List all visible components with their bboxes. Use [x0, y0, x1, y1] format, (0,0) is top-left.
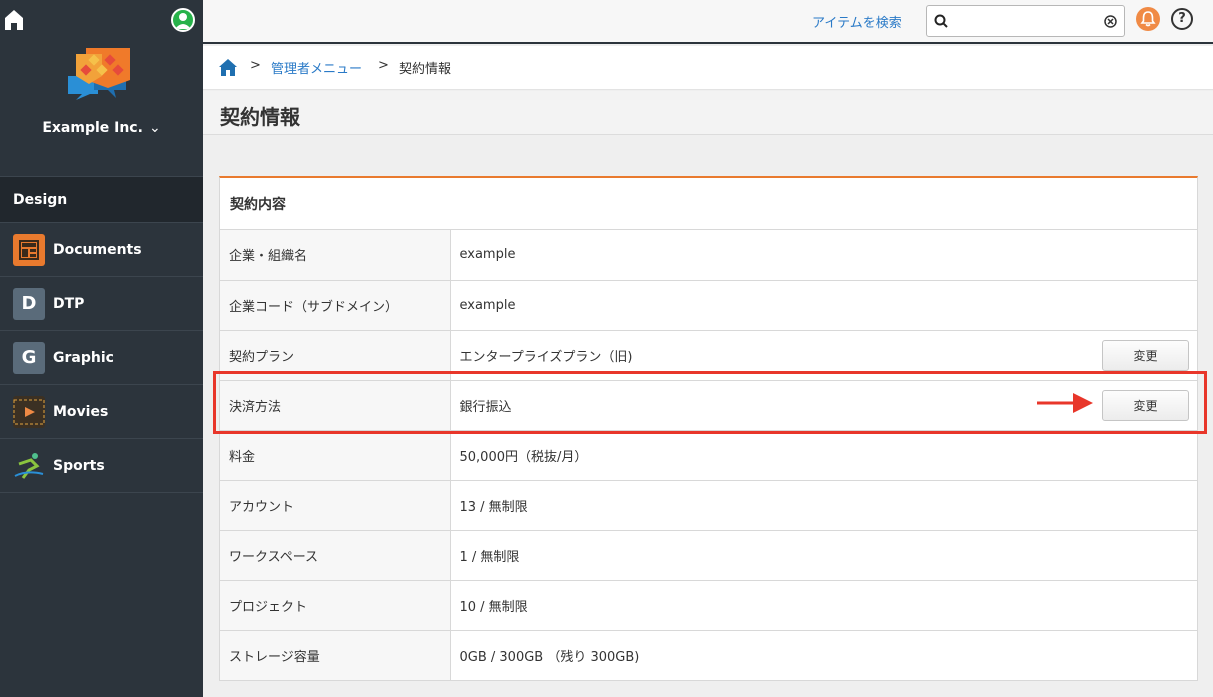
sidebar-item-graphic[interactable]: G Graphic — [0, 331, 203, 385]
breadcrumb-separator: > — [378, 58, 389, 73]
row-value-cell: エンタープライズプラン（旧) 変更 — [450, 330, 1197, 381]
sidebar-item-label: DTP — [53, 295, 85, 312]
home-icon[interactable] — [4, 9, 24, 31]
help-icon[interactable]: ? — [1171, 8, 1193, 30]
search-input[interactable] — [953, 10, 1098, 32]
chevron-down-icon: ⌄ — [148, 120, 161, 136]
row-label: 企業コード（サブドメイン） — [220, 280, 451, 331]
breadcrumb-current: 契約情報 — [399, 62, 452, 77]
row-label: 企業・組織名 — [220, 230, 451, 281]
company-switcher[interactable]: Example Inc. ⌄ — [0, 120, 203, 136]
panel-title: 契約内容 — [220, 178, 1197, 230]
table-row: アカウント 13 / 無制限 — [220, 480, 1197, 531]
breadcrumb-admin-menu-link[interactable]: 管理者メニュー — [271, 58, 362, 77]
sidebar: Example Inc. ⌄ Design Documents D DTP G G… — [0, 0, 203, 697]
sidebar-item-sports[interactable]: Sports — [0, 439, 203, 493]
user-avatar-icon[interactable] — [171, 8, 195, 32]
table-row: 企業コード（サブドメイン） example — [220, 280, 1197, 331]
row-value: 13 / 無制限 — [450, 480, 1197, 531]
notification-bell-icon[interactable] — [1136, 7, 1160, 31]
row-label: ストレージ容量 — [220, 630, 451, 680]
table-row: 料金 50,000円（税抜/月） — [220, 430, 1197, 481]
breadcrumb: > 管理者メニュー > 契約情報 — [203, 46, 1213, 90]
row-value: 0GB / 300GB （残り 300GB) — [459, 649, 640, 665]
top-header: アイテムを検索 ? — [203, 0, 1213, 44]
search-icon — [934, 14, 948, 28]
sports-icon — [13, 450, 45, 482]
search-items-link[interactable]: アイテムを検索 — [812, 12, 902, 31]
breadcrumb-home-icon[interactable] — [219, 59, 237, 76]
sidebar-section-title: Design — [0, 176, 203, 223]
documents-icon — [13, 233, 45, 266]
row-label: 料金 — [220, 430, 451, 481]
sidebar-item-label: Sports — [53, 457, 105, 474]
contract-table: 企業・組織名 example 企業コード（サブドメイン） example 契約プ… — [220, 230, 1197, 680]
row-label: 契約プラン — [220, 330, 451, 381]
page-title: 契約情報 — [220, 105, 300, 129]
change-plan-button[interactable]: 変更 — [1102, 339, 1189, 371]
row-label: ワークスペース — [220, 530, 451, 581]
change-payment-method-button[interactable]: 変更 — [1102, 389, 1189, 421]
sidebar-item-documents[interactable]: Documents — [0, 223, 203, 277]
search-box — [926, 5, 1125, 37]
row-value: example — [450, 280, 1197, 331]
breadcrumb-separator: > — [250, 58, 261, 73]
table-row: ワークスペース 1 / 無制限 — [220, 530, 1197, 581]
table-row: ストレージ容量 0GB / 300GB （残り 300GB) — [220, 630, 1197, 680]
company-logo-icon — [68, 48, 130, 100]
contract-panel: 契約内容 企業・組織名 example 企業コード（サブドメイン） exampl… — [219, 176, 1198, 681]
page-title-bar: 契約情報 — [203, 91, 1213, 135]
movies-icon — [13, 395, 45, 428]
sidebar-item-label: Movies — [53, 403, 109, 420]
sidebar-item-label: Documents — [53, 241, 142, 258]
sidebar-top: Example Inc. ⌄ — [0, 0, 203, 176]
row-label: 決済方法 — [220, 380, 451, 431]
table-row: 企業・組織名 example — [220, 230, 1197, 281]
row-value: example — [450, 230, 1197, 281]
row-value: 10 / 無制限 — [450, 580, 1197, 631]
sidebar-item-dtp[interactable]: D DTP — [0, 277, 203, 331]
clear-icon[interactable] — [1104, 15, 1117, 28]
table-row: 契約プラン エンタープライズプラン（旧) 変更 — [220, 330, 1197, 381]
table-row: プロジェクト 10 / 無制限 — [220, 580, 1197, 631]
company-name: Example Inc. — [42, 120, 143, 136]
row-value: 銀行振込 — [459, 399, 512, 415]
row-value: エンタープライズプラン（旧) — [459, 349, 633, 365]
row-value: 50,000円（税抜/月） — [450, 430, 1197, 481]
row-label: アカウント — [220, 480, 451, 531]
row-value: 1 / 無制限 — [450, 530, 1197, 581]
sidebar-item-movies[interactable]: Movies — [0, 385, 203, 439]
sidebar-item-label: Graphic — [53, 349, 114, 366]
row-label: プロジェクト — [220, 580, 451, 631]
graphic-letter-icon: G — [13, 341, 45, 374]
dtp-letter-icon: D — [13, 287, 45, 320]
arrow-right-icon — [1037, 393, 1093, 413]
